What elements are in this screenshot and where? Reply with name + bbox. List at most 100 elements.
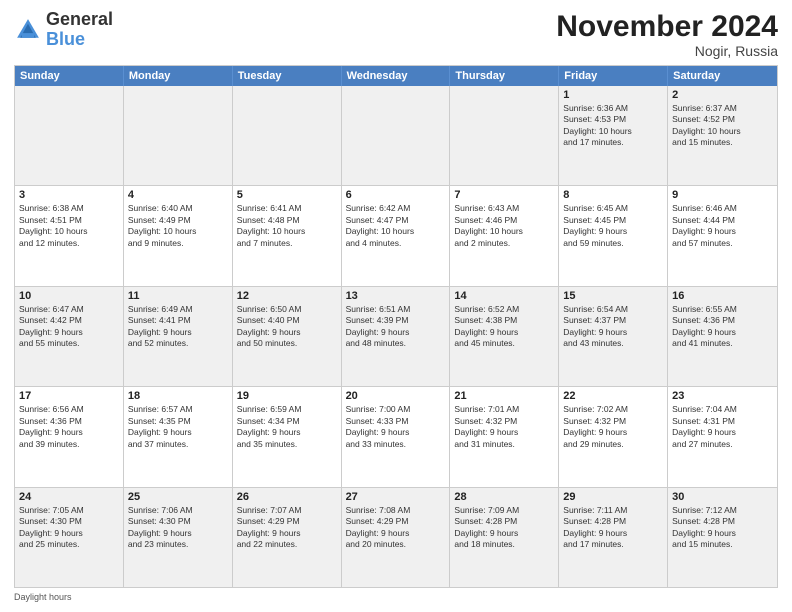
- day-info: Sunrise: 6:41 AM Sunset: 4:48 PM Dayligh…: [237, 203, 337, 249]
- cal-cell-20: 20Sunrise: 7:00 AM Sunset: 4:33 PM Dayli…: [342, 387, 451, 486]
- header-day-monday: Monday: [124, 66, 233, 86]
- day-number: 30: [672, 491, 773, 503]
- day-info: Sunrise: 7:04 AM Sunset: 4:31 PM Dayligh…: [672, 404, 773, 450]
- day-info: Sunrise: 7:07 AM Sunset: 4:29 PM Dayligh…: [237, 505, 337, 551]
- cal-cell-4: 4 Sunrise: 6:40 AM Sunset: 4:49 PM Daylig…: [124, 186, 233, 285]
- header-day-thursday: Thursday: [450, 66, 559, 86]
- logo: General Blue: [14, 10, 113, 50]
- day-info: Sunrise: 7:06 AM Sunset: 4:30 PM Dayligh…: [128, 505, 228, 551]
- title-block: November 2024 Nogir, Russia: [556, 10, 778, 59]
- day-number: 8: [563, 189, 663, 201]
- day-info: Sunrise: 6:38 AM Sunset: 4:51 PM Dayligh…: [19, 203, 119, 249]
- footer-note: Daylight hours: [14, 592, 778, 602]
- day-info: Sunrise: 7:11 AM Sunset: 4:28 PM Dayligh…: [563, 505, 663, 551]
- day-number: 29: [563, 491, 663, 503]
- cal-cell-12: 12Sunrise: 6:50 AM Sunset: 4:40 PM Dayli…: [233, 287, 342, 386]
- cal-cell-6: 6 Sunrise: 6:42 AM Sunset: 4:47 PM Daylig…: [342, 186, 451, 285]
- day-number: 26: [237, 491, 337, 503]
- cal-cell-2: 2 Sunrise: 6:37 AM Sunset: 4:52 PM Daylig…: [668, 86, 777, 185]
- day-info: Sunrise: 6:59 AM Sunset: 4:34 PM Dayligh…: [237, 404, 337, 450]
- logo-icon: [14, 16, 42, 44]
- day-info: Sunrise: 6:56 AM Sunset: 4:36 PM Dayligh…: [19, 404, 119, 450]
- cal-cell-25: 25 Sunrise: 7:06 AM Sunset: 4:30 PM Dayli…: [124, 488, 233, 587]
- cal-cell-3: 3 Sunrise: 6:38 AM Sunset: 4:51 PM Daylig…: [15, 186, 124, 285]
- cal-cell-15: 15 Sunrise: 6:54 AM Sunset: 4:37 PM Dayli…: [559, 287, 668, 386]
- cal-cell-16: 16 Sunrise: 6:55 AM Sunset: 4:36 PM Dayli…: [668, 287, 777, 386]
- cal-cell-5: 5Sunrise: 6:41 AM Sunset: 4:48 PM Daylig…: [233, 186, 342, 285]
- cal-cell-23: 23 Sunrise: 7:04 AM Sunset: 4:31 PM Dayli…: [668, 387, 777, 486]
- day-info: Sunrise: 6:51 AM Sunset: 4:39 PM Dayligh…: [346, 304, 446, 350]
- day-number: 27: [346, 491, 446, 503]
- week-row-0: 1Sunrise: 6:36 AM Sunset: 4:53 PM Daylig…: [15, 86, 777, 185]
- cal-cell-19: 19 Sunrise: 6:59 AM Sunset: 4:34 PM Dayli…: [233, 387, 342, 486]
- day-info: Sunrise: 6:43 AM Sunset: 4:46 PM Dayligh…: [454, 203, 554, 249]
- day-number: 16: [672, 290, 773, 302]
- cal-cell-empty: [124, 86, 233, 185]
- day-number: 2: [672, 89, 773, 101]
- cal-cell-13: 13 Sunrise: 6:51 AM Sunset: 4:39 PM Dayli…: [342, 287, 451, 386]
- location: Nogir, Russia: [556, 43, 778, 59]
- cal-cell-11: 11 Sunrise: 6:49 AM Sunset: 4:41 PM Dayli…: [124, 287, 233, 386]
- day-number: 15: [563, 290, 663, 302]
- day-number: 24: [19, 491, 119, 503]
- cal-cell-30: 30 Sunrise: 7:12 AM Sunset: 4:28 PM Dayli…: [668, 488, 777, 587]
- cal-cell-empty: [450, 86, 559, 185]
- cal-cell-14: 14 Sunrise: 6:52 AM Sunset: 4:38 PM Dayli…: [450, 287, 559, 386]
- day-info: Sunrise: 6:46 AM Sunset: 4:44 PM Dayligh…: [672, 203, 773, 249]
- page: General Blue November 2024 Nogir, Russia…: [0, 0, 792, 612]
- day-number: 28: [454, 491, 554, 503]
- day-info: Sunrise: 7:09 AM Sunset: 4:28 PM Dayligh…: [454, 505, 554, 551]
- cal-cell-27: 27 Sunrise: 7:08 AM Sunset: 4:29 PM Dayli…: [342, 488, 451, 587]
- week-row-2: 10 Sunrise: 6:47 AM Sunset: 4:42 PM Dayli…: [15, 286, 777, 386]
- day-info: Sunrise: 7:00 AM Sunset: 4:33 PM Dayligh…: [346, 404, 446, 450]
- day-number: 13: [346, 290, 446, 302]
- day-number: 12: [237, 290, 337, 302]
- header: General Blue November 2024 Nogir, Russia: [14, 10, 778, 59]
- cal-cell-empty: [15, 86, 124, 185]
- day-info: Sunrise: 7:05 AM Sunset: 4:30 PM Dayligh…: [19, 505, 119, 551]
- day-info: Sunrise: 6:52 AM Sunset: 4:38 PM Dayligh…: [454, 304, 554, 350]
- day-number: 19: [237, 390, 337, 402]
- day-number: 25: [128, 491, 228, 503]
- day-info: Sunrise: 6:54 AM Sunset: 4:37 PM Dayligh…: [563, 304, 663, 350]
- day-number: 3: [19, 189, 119, 201]
- header-day-tuesday: Tuesday: [233, 66, 342, 86]
- day-info: Sunrise: 7:08 AM Sunset: 4:29 PM Dayligh…: [346, 505, 446, 551]
- cal-cell-1: 1Sunrise: 6:36 AM Sunset: 4:53 PM Daylig…: [559, 86, 668, 185]
- day-info: Sunrise: 7:12 AM Sunset: 4:28 PM Dayligh…: [672, 505, 773, 551]
- day-info: Sunrise: 6:40 AM Sunset: 4:49 PM Dayligh…: [128, 203, 228, 249]
- day-number: 23: [672, 390, 773, 402]
- day-number: 10: [19, 290, 119, 302]
- day-number: 14: [454, 290, 554, 302]
- logo-blue: Blue: [46, 29, 85, 49]
- day-number: 18: [128, 390, 228, 402]
- day-info: Sunrise: 6:57 AM Sunset: 4:35 PM Dayligh…: [128, 404, 228, 450]
- day-number: 22: [563, 390, 663, 402]
- cal-cell-18: 18 Sunrise: 6:57 AM Sunset: 4:35 PM Dayli…: [124, 387, 233, 486]
- day-number: 7: [454, 189, 554, 201]
- day-number: 4: [128, 189, 228, 201]
- cal-cell-empty: [233, 86, 342, 185]
- header-day-saturday: Saturday: [668, 66, 777, 86]
- day-info: Sunrise: 6:42 AM Sunset: 4:47 PM Dayligh…: [346, 203, 446, 249]
- header-day-wednesday: Wednesday: [342, 66, 451, 86]
- calendar-header: SundayMondayTuesdayWednesdayThursdayFrid…: [15, 66, 777, 86]
- day-number: 6: [346, 189, 446, 201]
- cal-cell-22: 22Sunrise: 7:02 AM Sunset: 4:32 PM Dayli…: [559, 387, 668, 486]
- day-info: Sunrise: 6:49 AM Sunset: 4:41 PM Dayligh…: [128, 304, 228, 350]
- day-number: 21: [454, 390, 554, 402]
- logo-text: General Blue: [46, 10, 113, 50]
- day-info: Sunrise: 6:55 AM Sunset: 4:36 PM Dayligh…: [672, 304, 773, 350]
- day-info: Sunrise: 6:47 AM Sunset: 4:42 PM Dayligh…: [19, 304, 119, 350]
- week-row-1: 3 Sunrise: 6:38 AM Sunset: 4:51 PM Daylig…: [15, 185, 777, 285]
- calendar-body: 1Sunrise: 6:36 AM Sunset: 4:53 PM Daylig…: [15, 86, 777, 587]
- day-number: 11: [128, 290, 228, 302]
- day-number: 9: [672, 189, 773, 201]
- week-row-3: 17 Sunrise: 6:56 AM Sunset: 4:36 PM Dayli…: [15, 386, 777, 486]
- cal-cell-28: 28 Sunrise: 7:09 AM Sunset: 4:28 PM Dayli…: [450, 488, 559, 587]
- day-number: 17: [19, 390, 119, 402]
- header-day-friday: Friday: [559, 66, 668, 86]
- logo-general: General: [46, 9, 113, 29]
- day-info: Sunrise: 6:37 AM Sunset: 4:52 PM Dayligh…: [672, 103, 773, 149]
- cal-cell-10: 10 Sunrise: 6:47 AM Sunset: 4:42 PM Dayli…: [15, 287, 124, 386]
